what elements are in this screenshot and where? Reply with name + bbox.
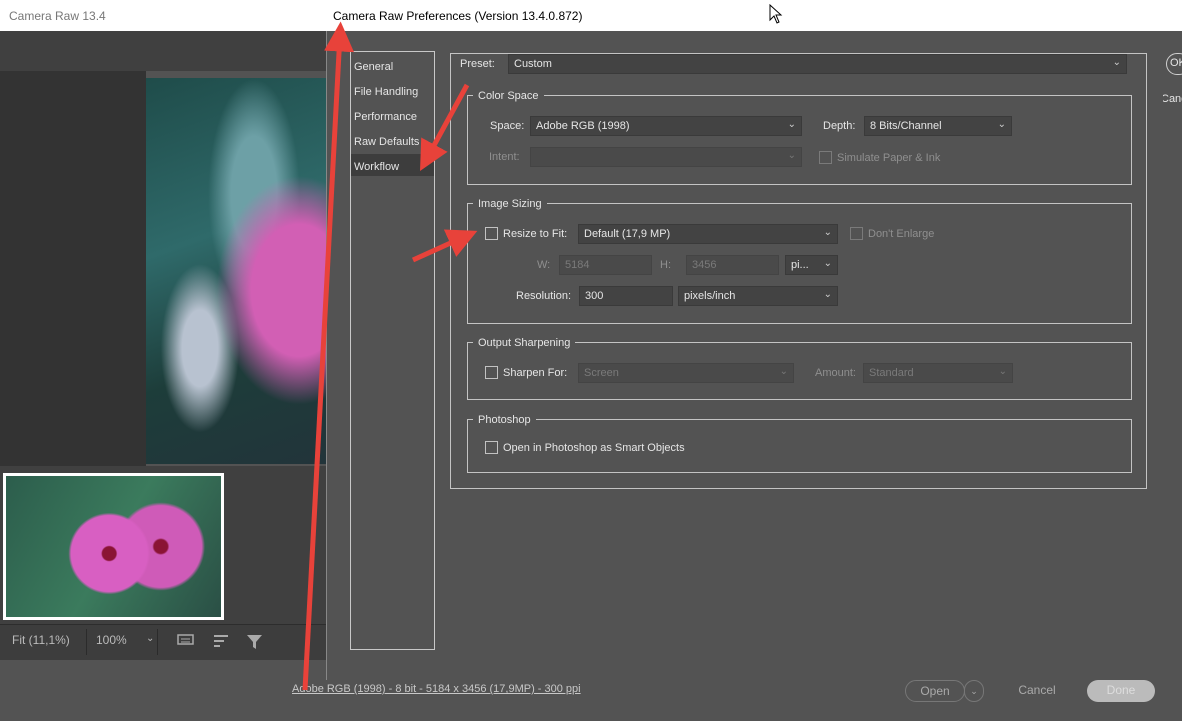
arrow-to-dialog-title [302,21,355,691]
annotation-arrows [302,21,478,691]
arrow-to-workflow-category [420,83,470,171]
arrow-to-resize-checkbox [411,229,478,263]
